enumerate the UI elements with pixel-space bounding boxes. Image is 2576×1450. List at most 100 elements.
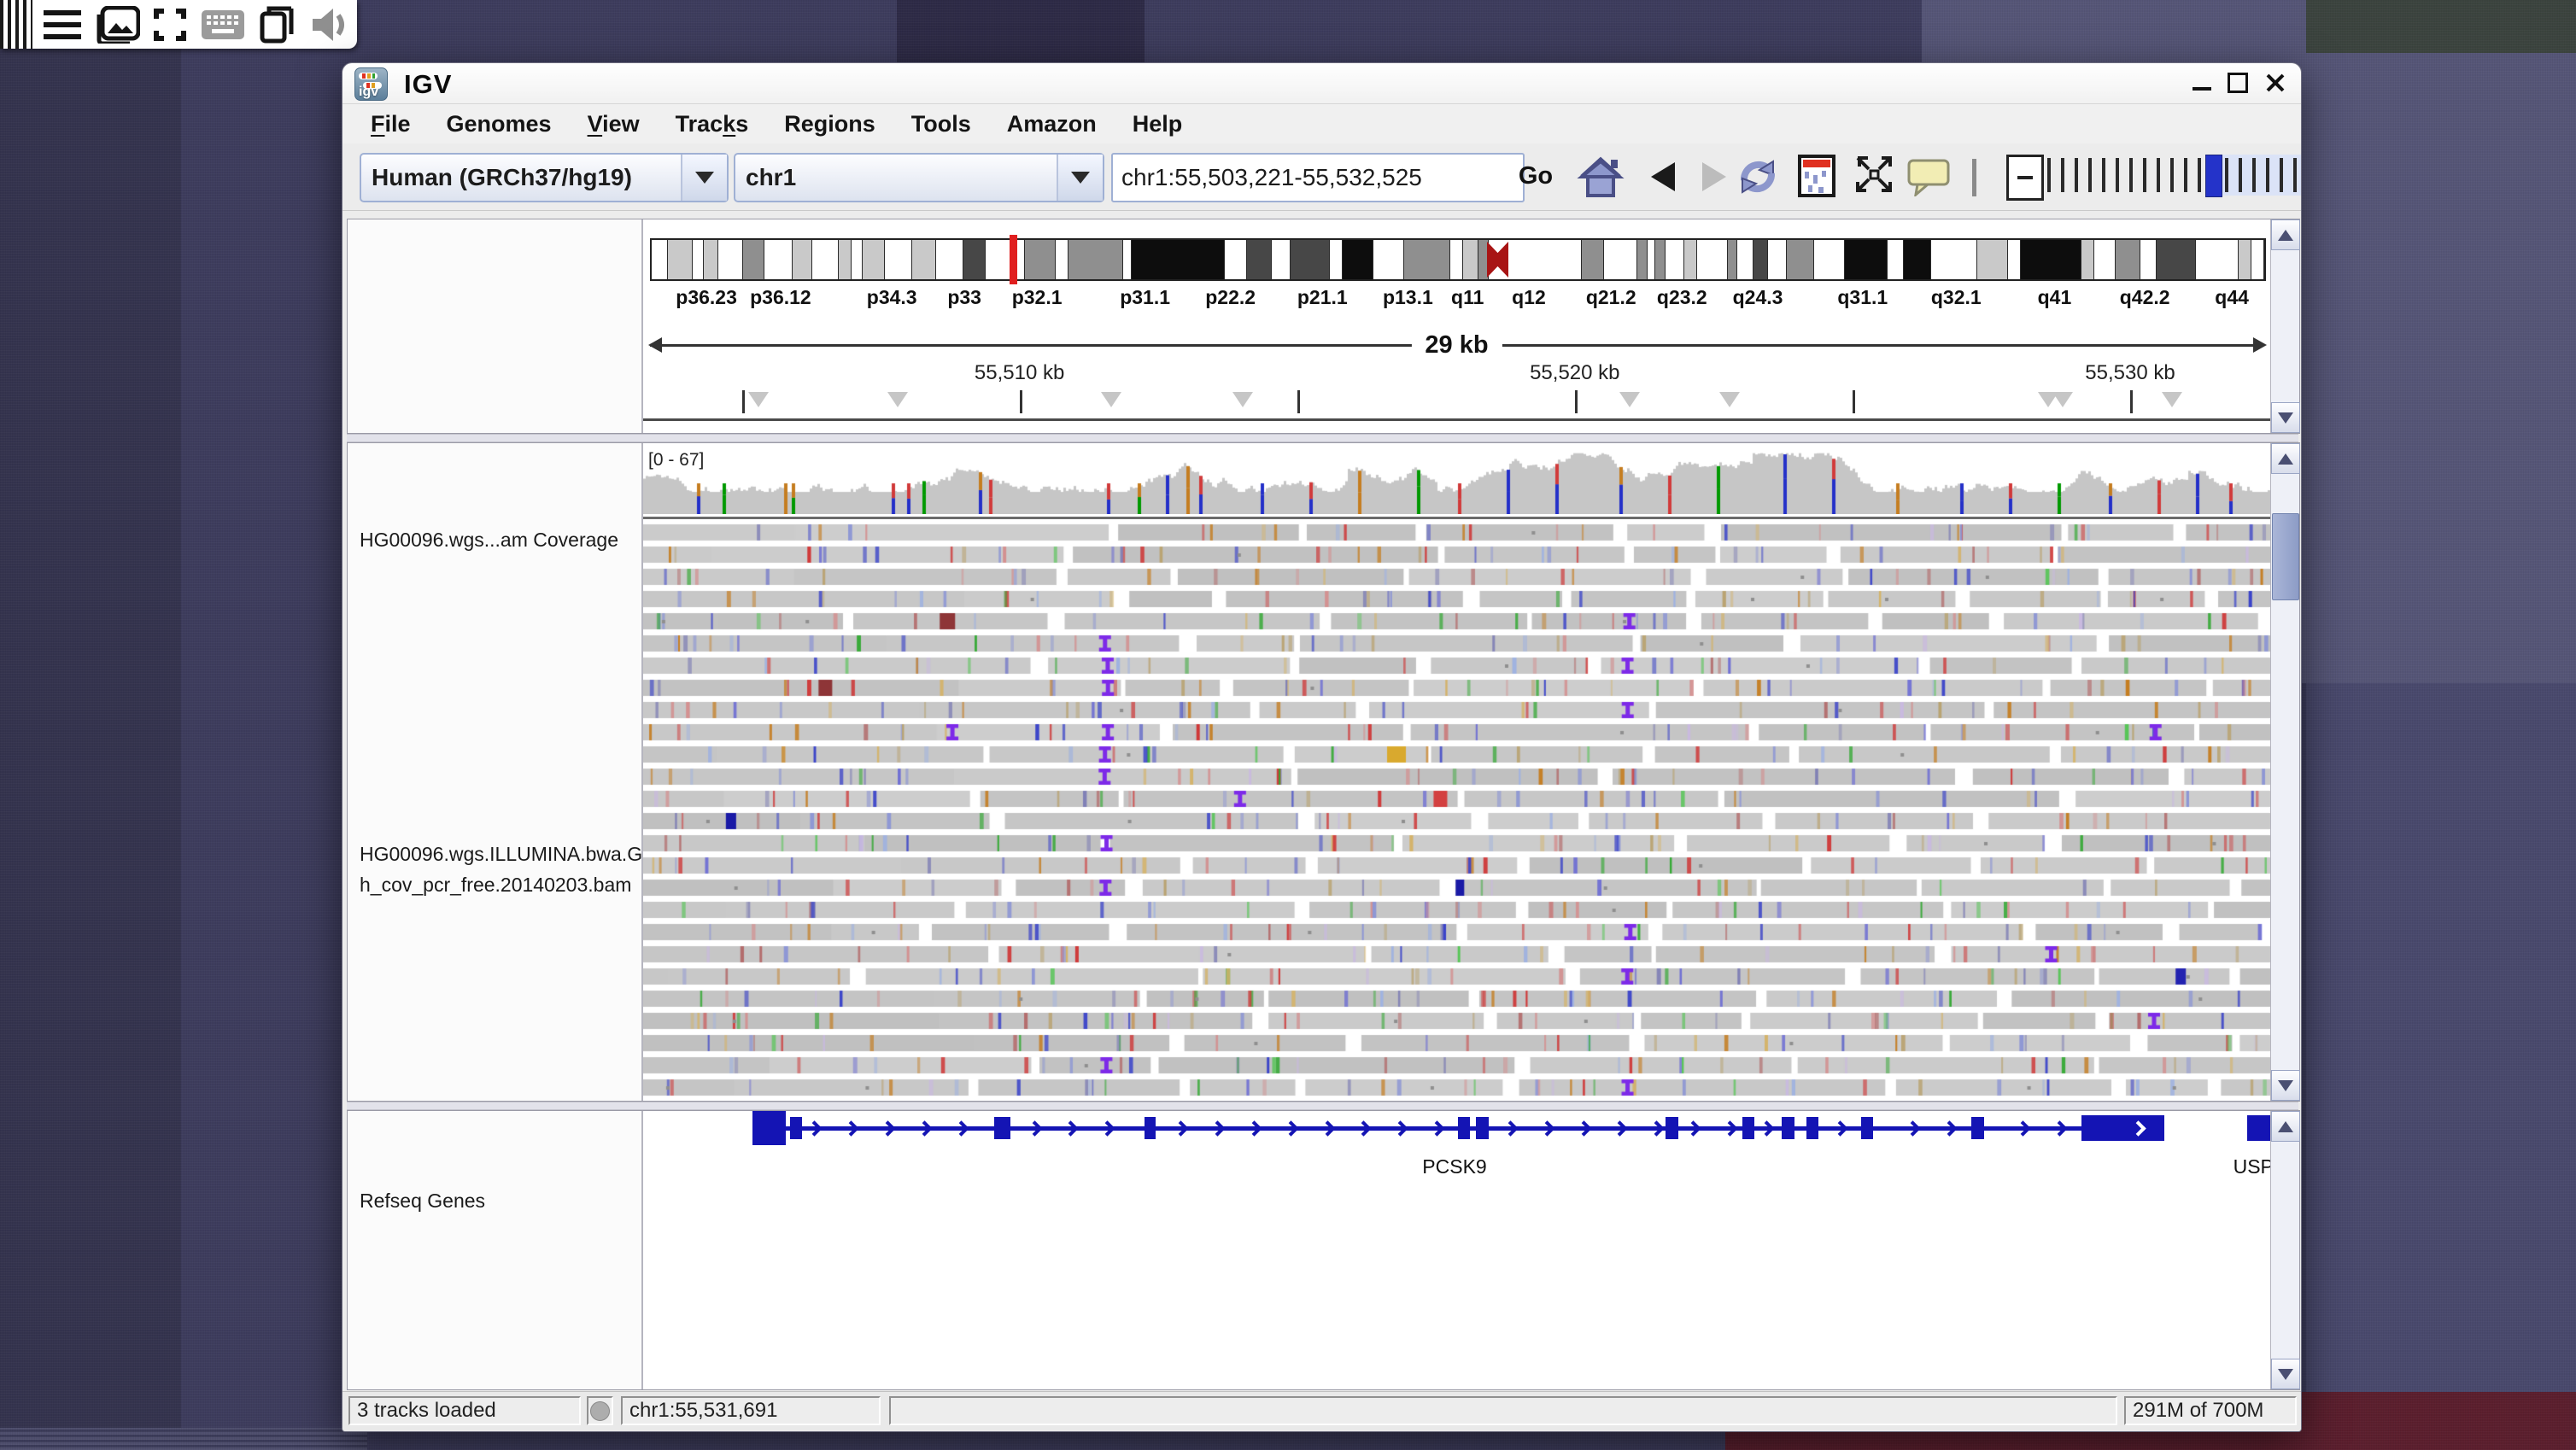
panel-splitter[interactable] <box>347 1102 2298 1110</box>
zoom-slider[interactable] <box>2047 155 2301 196</box>
minimize-button[interactable] <box>2185 63 2219 102</box>
region-tool-icon[interactable] <box>1798 155 1835 202</box>
menu-genomes[interactable]: Genomes <box>429 111 570 137</box>
chromosome-ideogram[interactable] <box>650 238 2266 281</box>
close-button[interactable] <box>2258 63 2292 102</box>
gene-exon[interactable] <box>1971 1117 1984 1139</box>
gene-exon[interactable] <box>752 1111 786 1145</box>
strand-arrow-icon <box>1759 1120 1774 1136</box>
zoom-out-button[interactable] <box>2006 155 2044 201</box>
title-bar[interactable]: igv IGV <box>342 63 2301 104</box>
menu-view[interactable]: View <box>570 111 658 137</box>
strand-arrow-icon <box>880 1120 895 1136</box>
maximize-button[interactable] <box>2221 63 2255 102</box>
refseq-gene-track[interactable]: PCSK9USP2 <box>643 1111 2270 1213</box>
cytoband <box>1272 240 1291 279</box>
gene-exon[interactable] <box>790 1117 802 1139</box>
cytoband-label: p13.1 <box>1383 286 1433 309</box>
gene-exon[interactable] <box>1861 1117 1873 1139</box>
gene-exon[interactable] <box>1476 1117 1489 1139</box>
menu-amazon[interactable]: Amazon <box>989 111 1115 137</box>
ruler-tick <box>2130 390 2133 413</box>
home-icon[interactable] <box>1577 155 1625 203</box>
cytoband <box>1737 240 1753 279</box>
locus-input[interactable] <box>1111 153 1525 202</box>
coverage-track-label[interactable]: HG00096.wgs...am Coverage <box>360 529 618 552</box>
alignment-track-label-line2[interactable]: h_cov_pcr_free.20140203.bam <box>360 874 631 897</box>
panel-splitter[interactable] <box>347 434 2298 442</box>
alignment-track-label-line1[interactable]: HG00096.wgs.ILLUMINA.bwa.G <box>360 843 642 866</box>
alignment-reads[interactable] <box>643 522 2270 1099</box>
scroll-up-button[interactable] <box>2271 219 2300 250</box>
screen-taskbar <box>0 0 357 49</box>
screenshot-icon[interactable] <box>91 0 145 49</box>
cytoband <box>1684 240 1697 279</box>
gene-panel-scrollbar[interactable] <box>2270 1111 2299 1389</box>
gene-exon[interactable] <box>2247 1115 2270 1141</box>
window-title: IGV <box>404 69 452 100</box>
strand-arrow-icon <box>953 1120 969 1136</box>
genome-select[interactable]: Human (GRCh37/hg19) <box>360 153 729 202</box>
ruler-tick-label: 55,510 kb <box>975 361 1064 385</box>
cytoband-label: p22.2 <box>1205 286 1256 309</box>
cytoband <box>2251 240 2264 279</box>
scroll-up-button[interactable] <box>2271 1111 2300 1142</box>
menu-tracks[interactable]: Tracks <box>658 111 767 137</box>
locus-panel-scrollbar[interactable] <box>2270 219 2299 433</box>
volume-icon[interactable] <box>303 0 357 49</box>
cytoband <box>1604 240 1638 279</box>
gene-exon[interactable] <box>994 1117 1010 1139</box>
locus-panel-content: p36.23p36.12p34.3p33p32.1p31.1p22.2p21.1… <box>643 219 2270 433</box>
cytoband <box>1655 240 1666 279</box>
scroll-down-button[interactable] <box>2271 402 2300 433</box>
popup-text-icon[interactable] <box>1907 159 1950 201</box>
forward-icon[interactable] <box>1701 161 1730 197</box>
alignment-panel-scrollbar[interactable] <box>2270 443 2299 1101</box>
zoom-tick <box>2198 158 2201 192</box>
gene-exon[interactable] <box>1458 1117 1470 1139</box>
keyboard-icon[interactable] <box>196 0 251 49</box>
chromosome-select-arrow-icon[interactable] <box>1057 155 1103 201</box>
strand-arrow-icon <box>1393 1120 1408 1136</box>
gene-exon[interactable] <box>1666 1117 1678 1139</box>
igv-app-icon: igv <box>354 67 388 101</box>
strand-arrow-icon <box>2015 1120 2030 1136</box>
cytoband-label: q11 <box>1451 286 1484 309</box>
copy-icon[interactable] <box>251 0 303 49</box>
gene-exon[interactable] <box>1782 1117 1794 1139</box>
zoom-tick <box>2116 158 2119 192</box>
back-icon[interactable] <box>1648 161 1677 197</box>
alignment-track[interactable] <box>643 522 2270 1099</box>
cytoband <box>1904 240 1932 279</box>
fullscreen-icon[interactable] <box>145 0 196 49</box>
drag-handle-icon[interactable] <box>0 0 32 49</box>
menu-file[interactable]: File <box>353 111 429 137</box>
zoom-tick <box>2143 158 2146 192</box>
go-button[interactable]: Go <box>1511 153 1560 199</box>
genome-select-arrow-icon[interactable] <box>681 155 727 201</box>
coverage-track[interactable]: [0 - 67] <box>643 450 2270 519</box>
cytoband <box>1025 240 1056 279</box>
scroll-up-button[interactable] <box>2271 443 2300 474</box>
locus-panel-name-column <box>348 219 643 433</box>
menu-icon[interactable] <box>32 0 91 49</box>
refresh-icon[interactable] <box>1736 155 1780 203</box>
menu-tools[interactable]: Tools <box>893 111 989 137</box>
chromosome-select[interactable]: chr1 <box>734 153 1104 202</box>
strand-arrow-icon <box>1027 1120 1042 1136</box>
coverage-histogram[interactable] <box>643 450 2270 514</box>
menu-regions[interactable]: Regions <box>766 111 893 137</box>
gene-track-label[interactable]: Refseq Genes <box>360 1190 485 1213</box>
fit-to-window-icon[interactable] <box>1854 155 1894 198</box>
scroll-down-button[interactable] <box>2271 1359 2300 1389</box>
gene-exon[interactable] <box>1742 1117 1754 1139</box>
scrollbar-thumb[interactable] <box>2272 513 2299 600</box>
strand-arrow-icon <box>1063 1120 1079 1136</box>
cytoband <box>1845 240 1888 279</box>
gene-exon[interactable] <box>1145 1117 1156 1139</box>
menu-help[interactable]: Help <box>1115 111 1201 137</box>
scroll-down-button[interactable] <box>2271 1070 2300 1101</box>
gene-exon[interactable] <box>1806 1117 1818 1139</box>
zoom-slider-thumb[interactable] <box>2205 155 2222 197</box>
gene-utr[interactable] <box>2081 1115 2164 1141</box>
